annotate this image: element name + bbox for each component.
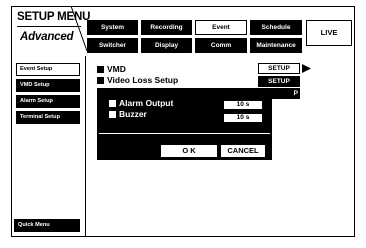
sidebar-item-event-setup[interactable]: Event Setup [16,63,80,76]
sidebar: Event Setup VMD Setup Alarm Setup Termin… [12,56,84,236]
bullet-square-icon [109,99,116,107]
tab-maintenance[interactable]: Maintenance [250,38,302,53]
alarm-output-value[interactable]: 10 s [224,101,262,109]
bullet-square-icon [109,110,116,118]
vmd-setup-button[interactable]: SETUP [258,63,300,74]
cancel-button[interactable]: CANCEL [221,145,265,157]
title-divider-slant [70,6,88,52]
heading-video-loss-label: Video Loss Setup [107,75,179,85]
sidebar-item-alarm-setup[interactable]: Alarm Setup [16,95,80,108]
sidebar-item-terminal-setup[interactable]: Terminal Setup [16,111,80,124]
triangle-right-icon [302,64,311,73]
alarm-output-label: Alarm Output [109,98,173,108]
duration-dialog: Alarm Output 10 s Buzzer 10 s O K CANCEL [97,88,272,160]
setup-menu-screen: SETUP MENU Advanced System Recording Eve… [0,0,366,248]
tab-system[interactable]: System [87,20,138,35]
tab-display[interactable]: Display [141,38,192,53]
ok-button[interactable]: O K [161,145,217,157]
tab-event[interactable]: Event [195,20,247,35]
buzzer-value[interactable]: 10 s [224,114,262,122]
buzzer-label: Buzzer [109,109,147,119]
bullet-square-icon [97,76,104,84]
heading-vmd-label: VMD [107,64,126,74]
tab-comm[interactable]: Comm [195,38,247,53]
hidden-setup-button-partial[interactable]: P [272,88,300,99]
tab-recording[interactable]: Recording [141,20,192,35]
quick-menu-button[interactable]: Quick Menu [14,219,80,232]
menu-subtitle: Advanced [20,31,74,43]
bullet-square-icon [97,65,104,73]
tab-switcher[interactable]: Switcher [87,38,138,53]
video-loss-setup-button[interactable]: SETUP [258,76,300,87]
heading-vmd: VMD [97,64,126,74]
tab-schedule[interactable]: Schedule [250,20,302,35]
sidebar-item-vmd-setup[interactable]: VMD Setup [16,79,80,92]
live-button[interactable]: LIVE [306,20,352,46]
heading-video-loss: Video Loss Setup [97,75,178,85]
dialog-separator [99,133,270,134]
sidebar-divider [85,56,86,237]
